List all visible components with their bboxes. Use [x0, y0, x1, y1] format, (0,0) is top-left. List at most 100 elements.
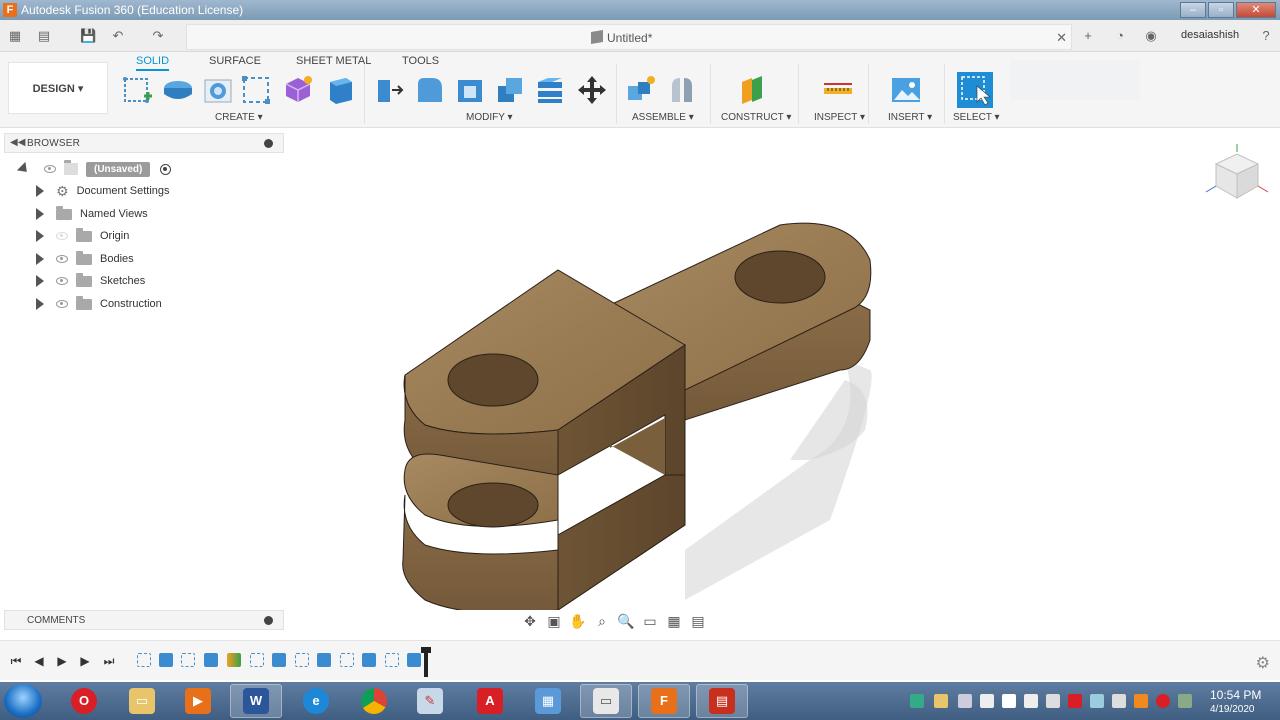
close-window-button[interactable]: ✕ [1236, 2, 1276, 18]
tab-surface[interactable]: SURFACE [209, 55, 261, 67]
grid-menu-icon[interactable]: ▦ [7, 28, 23, 44]
comments-add-icon[interactable] [264, 616, 273, 625]
taskbar-word[interactable]: W [230, 684, 282, 718]
assemble-menu[interactable]: ASSEMBLE ▾ [632, 112, 694, 123]
insert-canvas-icon[interactable] [890, 74, 922, 106]
timeline-plane-feature[interactable] [227, 653, 241, 667]
taskbar-chrome[interactable] [348, 684, 400, 718]
offset-plane-icon[interactable] [738, 74, 770, 106]
browser-item-sketches[interactable]: Sketches [36, 271, 145, 291]
timeline-extrude-feature[interactable] [272, 653, 286, 667]
taskbar-acrobat[interactable]: A [464, 684, 516, 718]
visibility-eye-icon[interactable] [56, 232, 68, 240]
timeline-extrude-feature[interactable] [362, 653, 376, 667]
comments-panel-header[interactable]: COMMENTS [4, 610, 284, 630]
tray-app-icon[interactable] [1090, 694, 1104, 708]
move-copy-icon[interactable] [576, 74, 608, 106]
box-icon[interactable] [324, 74, 356, 106]
tray-app-icon[interactable] [1156, 694, 1170, 708]
combine-icon[interactable] [494, 74, 526, 106]
tray-app-icon[interactable] [1068, 694, 1082, 708]
play-icon[interactable]: ▶ [54, 653, 70, 669]
undo-icon[interactable]: ↶ [110, 28, 126, 44]
tray-flag-icon[interactable] [1002, 694, 1016, 708]
select-icon[interactable] [957, 72, 993, 108]
browser-panel-header[interactable]: ◀◀ BROWSER [4, 133, 284, 153]
timeline-marker[interactable] [421, 647, 431, 677]
create-menu[interactable]: CREATE ▾ [215, 112, 263, 123]
notifications-icon[interactable]: ◉ [1143, 28, 1159, 44]
look-at-icon[interactable]: ▣ [544, 611, 564, 631]
expand-triangle-icon[interactable] [16, 161, 32, 177]
timeline-extrude-feature[interactable] [407, 653, 421, 667]
browser-root-row[interactable]: (Unsaved) [16, 159, 172, 179]
timeline-extrude-feature[interactable] [317, 653, 331, 667]
tray-app-icon[interactable] [1134, 694, 1148, 708]
browser-item-origin[interactable]: Origin [36, 226, 129, 246]
modify-menu[interactable]: MODIFY ▾ [466, 112, 513, 123]
timeline-sketch-feature[interactable] [385, 653, 399, 667]
viewports-icon[interactable]: ▤ [688, 611, 708, 631]
timeline-extrude-feature[interactable] [159, 653, 173, 667]
step-back-icon[interactable]: ◀ [31, 653, 47, 669]
expand-triangle-icon[interactable] [36, 208, 44, 220]
display-settings-icon[interactable]: ▭ [640, 611, 660, 631]
pan-icon[interactable]: ✋ [568, 611, 588, 631]
browser-item-document-settings[interactable]: ⚙ Document Settings [36, 181, 170, 201]
expand-triangle-icon[interactable] [36, 185, 44, 197]
save-icon[interactable]: 💾 [80, 28, 96, 44]
minimize-button[interactable]: – [1180, 2, 1206, 18]
split-body-icon[interactable] [534, 74, 566, 106]
taskbar-file-manager[interactable]: ▭ [580, 684, 632, 718]
fit-icon[interactable]: 🔍 [616, 611, 636, 631]
collapse-panel-icon[interactable]: ◀◀ [10, 137, 25, 148]
clock-date[interactable]: 4/19/2020 [1210, 704, 1255, 715]
expand-triangle-icon[interactable] [36, 298, 44, 310]
insert-menu[interactable]: INSERT ▾ [888, 112, 932, 123]
file-menu-icon[interactable]: ▤ [36, 28, 52, 44]
taskbar-acrobat-document[interactable]: ▤ [696, 684, 748, 718]
tray-app-icon[interactable] [934, 694, 948, 708]
taskbar-paint[interactable]: ✎ [404, 684, 456, 718]
expand-triangle-icon[interactable] [36, 253, 44, 265]
taskbar-media-player[interactable]: ▶ [172, 684, 224, 718]
taskbar-explorer[interactable]: ▭ [116, 684, 168, 718]
create-sketch-icon[interactable] [122, 74, 154, 106]
timeline-sketch-feature[interactable] [181, 653, 195, 667]
rectangle-pattern-icon[interactable] [240, 74, 272, 106]
construct-menu[interactable]: CONSTRUCT ▾ [721, 112, 791, 123]
orbit-icon[interactable]: ✥ [520, 611, 540, 631]
inspect-menu[interactable]: INSPECT ▾ [814, 112, 865, 123]
start-button[interactable] [4, 684, 42, 718]
visibility-eye-icon[interactable] [56, 255, 68, 263]
tray-app-icon[interactable] [980, 694, 994, 708]
browser-item-construction[interactable]: Construction [36, 294, 162, 314]
expand-triangle-icon[interactable] [36, 275, 44, 287]
tray-network-icon[interactable] [910, 694, 924, 708]
timeline-extrude-feature[interactable] [204, 653, 218, 667]
timeline-sketch-feature[interactable] [250, 653, 264, 667]
timeline-settings-gear-icon[interactable]: ⚙ [1256, 653, 1270, 673]
browser-item-named-views[interactable]: Named Views [36, 204, 148, 224]
measure-icon[interactable] [822, 74, 854, 106]
press-pull-icon[interactable] [374, 74, 406, 106]
help-icon[interactable]: ? [1258, 28, 1274, 44]
document-tab[interactable]: Untitled* ✕ [186, 24, 1072, 50]
taskbar-control-panel[interactable]: ▦ [522, 684, 574, 718]
tab-sheet-metal[interactable]: SHEET METAL [296, 55, 371, 67]
timeline-sketch-feature[interactable] [340, 653, 354, 667]
tray-app-icon[interactable] [958, 694, 972, 708]
zoom-icon[interactable]: ⌕ [592, 611, 612, 631]
grid-settings-icon[interactable]: ▦ [664, 611, 684, 631]
browser-pin-icon[interactable] [264, 139, 273, 148]
extrude-icon[interactable] [162, 74, 194, 106]
step-forward-icon[interactable]: ▶ [77, 653, 93, 669]
taskbar-fusion-360[interactable]: F [638, 684, 690, 718]
close-tab-icon[interactable]: ✕ [1056, 30, 1067, 46]
timeline-sketch-feature[interactable] [295, 653, 309, 667]
tab-solid[interactable]: SOLID [136, 55, 170, 71]
user-account[interactable]: desaiashish [1181, 29, 1239, 41]
tab-tools[interactable]: TOOLS [402, 55, 439, 67]
taskbar-internet-explorer[interactable]: e [290, 684, 342, 718]
shell-icon[interactable] [454, 74, 486, 106]
